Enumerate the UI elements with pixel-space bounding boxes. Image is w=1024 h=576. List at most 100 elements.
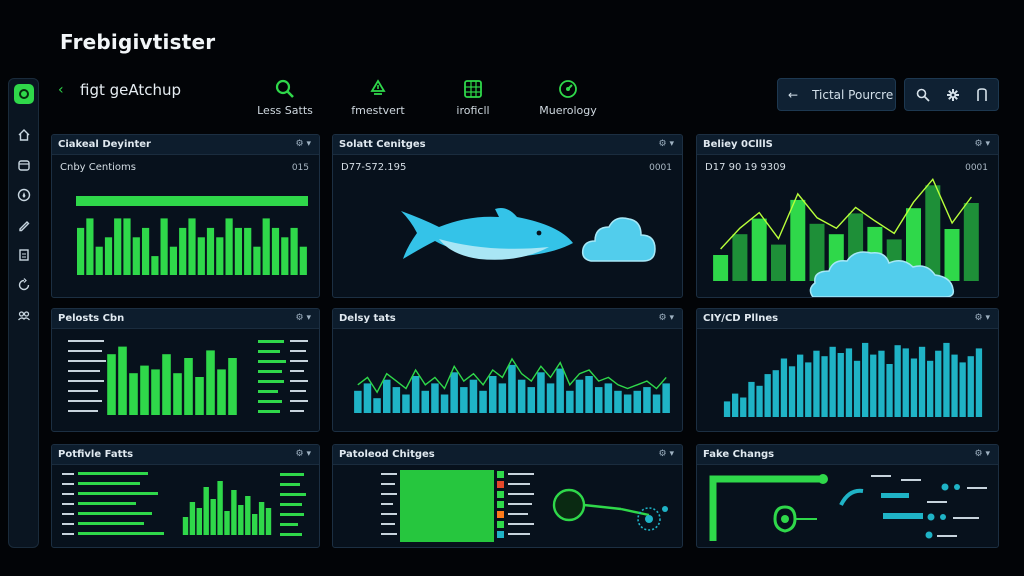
chart-bar: [713, 255, 729, 281]
chart-bar: [182, 517, 189, 535]
chart-bar: [206, 227, 215, 275]
compass-icon[interactable]: [16, 187, 32, 203]
panel-menu-button[interactable]: ⚙ ▾: [975, 313, 990, 323]
chart-bar: [556, 368, 564, 413]
tab-label: Muerology: [539, 104, 597, 117]
chart-bar: [179, 227, 187, 275]
search-icon: [275, 79, 294, 98]
calendar-icon[interactable]: [16, 157, 32, 173]
panel-fake-changs: Fake Changs ⚙ ▾: [696, 444, 999, 548]
chart-bar: [829, 346, 836, 417]
list-bars: [280, 473, 306, 536]
chart-bar: [160, 218, 168, 275]
panel-solatt-cenitges: Solatt Cenitges ⚙ ▾ D77-S72.195 0001: [332, 134, 683, 298]
tab-muerology[interactable]: Muerology: [528, 78, 608, 122]
chart-bar: [975, 348, 983, 417]
chart-bar: [77, 227, 85, 275]
panel-menu-button[interactable]: ⚙ ▾: [659, 139, 674, 149]
panel-menu-button[interactable]: ⚙ ▾: [296, 313, 311, 323]
chart-bar: [217, 369, 226, 415]
sidebar: [8, 78, 39, 548]
panel-title: Delsy tats: [339, 313, 396, 324]
chart-bar: [132, 237, 140, 275]
chart-bar: [265, 508, 272, 535]
group-icon[interactable]: [16, 307, 32, 323]
chart-bar: [780, 358, 788, 417]
chart-bar: [469, 379, 478, 413]
back-button[interactable]: ‹: [58, 82, 64, 98]
chart-bar: [450, 372, 458, 413]
chart-bar: [886, 364, 893, 417]
panel-header: Ciakeal Deyinter ⚙ ▾: [52, 135, 319, 155]
chart-bar: [614, 390, 622, 413]
panel-title: Patoleod Chitges: [339, 449, 435, 460]
panel-title: CIY/CD Pllnes: [703, 313, 779, 324]
search-icon[interactable]: [915, 87, 931, 103]
refresh-icon[interactable]: [16, 277, 32, 293]
chart-bar: [228, 358, 237, 415]
chart-bar: [123, 218, 131, 275]
panel-title: Potfivle Fatts: [58, 449, 134, 460]
tab-fmestvert[interactable]: fmestvert: [338, 78, 418, 122]
tab-iroficll[interactable]: iroficll: [433, 78, 513, 122]
chart-bar: [963, 203, 979, 281]
gauge-icon: [559, 80, 577, 98]
document-icon[interactable]: [16, 247, 32, 263]
panel-menu-button[interactable]: ⚙ ▾: [296, 139, 311, 149]
chart-bar: [224, 511, 230, 535]
chart-bar: [508, 364, 516, 413]
chart-bar: [188, 218, 196, 275]
total-button[interactable]: ← Tictal Pourcre: [777, 78, 896, 111]
chart-bar: [140, 365, 149, 415]
chart-bar: [751, 218, 767, 281]
chart-bar: [169, 246, 177, 275]
panel-beliey-0cllls: Beliey 0ClllS ⚙ ▾ D17 90 19 9309 0001: [696, 134, 999, 298]
chart-bar: [772, 370, 779, 417]
chart-bar: [411, 376, 420, 413]
pencil-icon[interactable]: [16, 217, 32, 233]
chart-bar: [498, 383, 507, 413]
chart-bar: [723, 401, 731, 417]
panel-menu-button[interactable]: ⚙ ▾: [975, 139, 990, 149]
chart-bar: [878, 350, 885, 417]
bookmark-icon[interactable]: [974, 87, 990, 103]
panel-menu-button[interactable]: ⚙ ▾: [296, 449, 311, 459]
list-bars: [62, 472, 164, 535]
header-icon-bar: [904, 78, 999, 111]
chart-bar: [771, 244, 786, 281]
app-title: Frebigivtister: [60, 30, 216, 54]
panel-title: Fake Changs: [703, 449, 775, 460]
panel-subtitle: D17 90 19 9309: [705, 162, 786, 173]
chart-bar: [107, 354, 116, 415]
home-icon[interactable]: [16, 127, 32, 143]
chart-bar: [244, 227, 252, 275]
list-lines: [381, 473, 397, 535]
bar-chart: [77, 218, 307, 275]
panel-menu-button[interactable]: ⚙ ▾: [659, 449, 674, 459]
chart-bar: [142, 227, 150, 275]
chart-bar: [95, 246, 103, 275]
chart-bar: [151, 256, 159, 275]
chart-bar: [231, 490, 237, 535]
chart-bar: [662, 383, 670, 413]
bar-chart: [107, 346, 237, 415]
chart-bar: [225, 218, 233, 275]
chart-bar: [271, 227, 280, 275]
panel-title: Pelosts Cbn: [58, 313, 125, 324]
chart-bar: [206, 350, 215, 415]
panel-menu-button[interactable]: ⚙ ▾: [659, 313, 674, 323]
tab-less-satts[interactable]: Less Satts: [245, 78, 325, 122]
chart-bar: [967, 356, 974, 417]
panel-menu-button[interactable]: ⚙ ▾: [975, 449, 990, 459]
chart-bar: [197, 237, 205, 275]
settings-icon[interactable]: [945, 87, 961, 103]
chart-bar: [129, 373, 138, 415]
chart-bar: [402, 394, 410, 413]
panel-header: Solatt Cenitges ⚙ ▾: [333, 135, 682, 155]
logo-icon[interactable]: [14, 84, 34, 104]
chart-bar: [813, 350, 820, 417]
chart-bar: [821, 356, 828, 417]
chart-bar: [151, 369, 160, 415]
shark-illustration: [401, 208, 573, 260]
chart-bar: [262, 218, 270, 275]
